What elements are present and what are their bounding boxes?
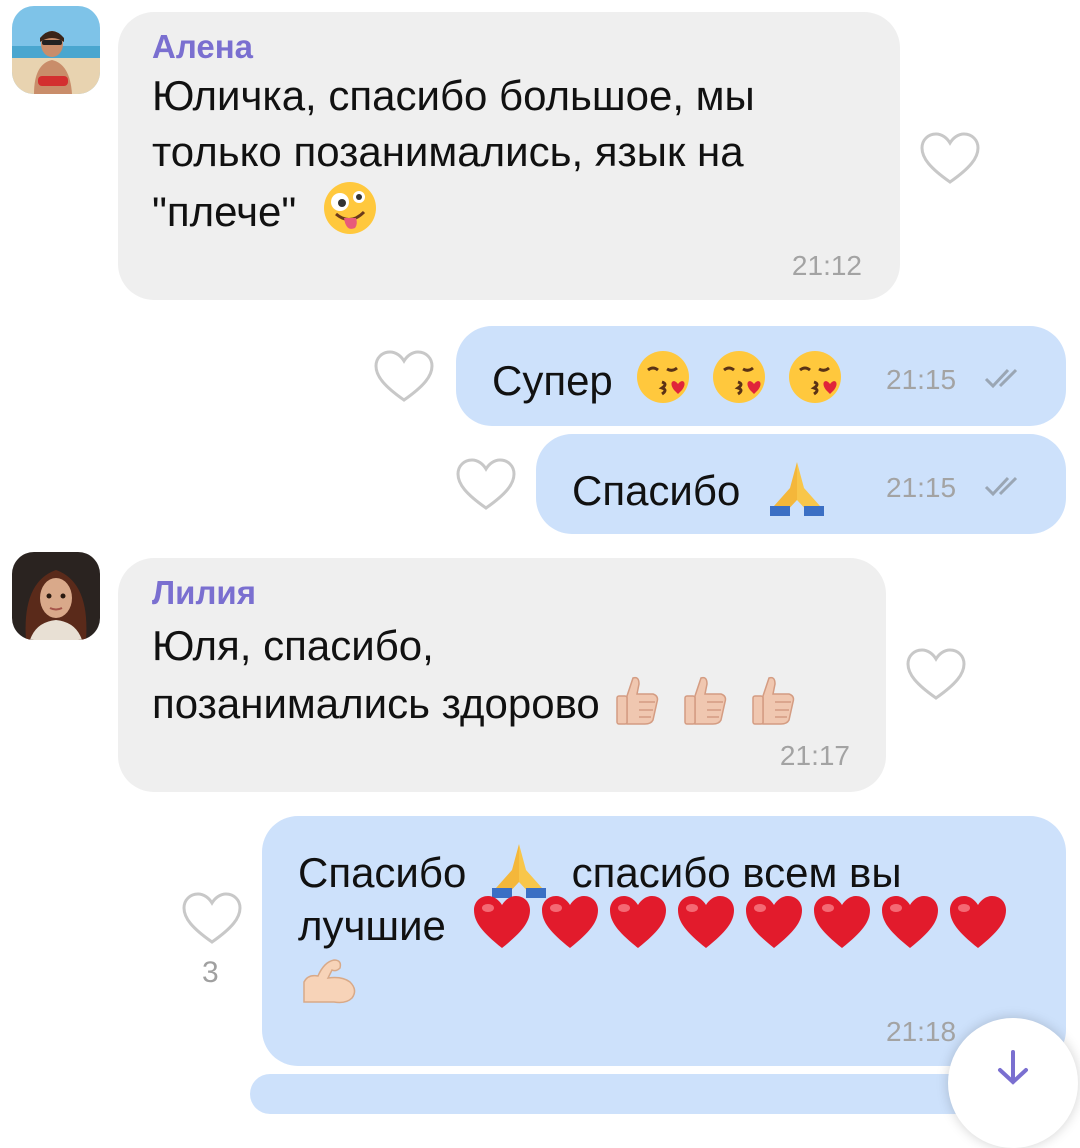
message-text-line: Спасибо	[572, 456, 828, 532]
message-time: 21:15	[886, 472, 957, 503]
message-text-fragment: Супер	[492, 357, 613, 405]
thumbs-up-emoji	[611, 672, 663, 742]
message-time: 21:12	[791, 250, 862, 281]
scroll-down-icon	[998, 1050, 1028, 1085]
red-heart-emoji	[812, 894, 872, 964]
sender-name[interactable]: Алена	[152, 28, 253, 66]
message-text-line: Юличка, спасибо большое, мы	[152, 72, 755, 119]
message-text-fragment: позанимались здорово	[152, 680, 600, 728]
heart-outline-icon[interactable]	[904, 646, 968, 702]
message-text-line: Супер	[492, 348, 844, 420]
message-text-fragment: "плече"	[152, 188, 297, 236]
scroll-to-bottom-button[interactable]	[948, 1018, 1078, 1148]
message-bubble[interactable]: Лилия Юля, спасибо, позанимались здорово	[118, 558, 886, 792]
message-time: 21:17	[779, 740, 850, 771]
avatar-liliya[interactable]	[12, 552, 100, 640]
red-heart-emoji	[472, 894, 532, 964]
message-text-fragment: Спасибо	[572, 467, 741, 515]
kissing-heart-emoji	[786, 348, 844, 420]
red-heart-emoji	[880, 894, 940, 964]
heart-outline-icon[interactable]	[372, 348, 436, 404]
kissing-heart-emoji	[634, 348, 692, 420]
kissing-heart-emoji	[710, 348, 768, 420]
message-text-fragment: лучшие	[298, 902, 446, 950]
heart-outline-icon[interactable]	[454, 456, 518, 512]
sender-name[interactable]: Лилия	[152, 574, 256, 612]
red-heart-emoji	[948, 894, 1008, 964]
message-bubble[interactable]: Спасибо спасибо всем вы лучшие 21:18	[262, 816, 1066, 1066]
heart-outline-icon[interactable]	[918, 130, 982, 186]
red-heart-emoji	[676, 894, 736, 964]
message-text-fragment: Спасибо	[298, 849, 467, 897]
red-heart-emoji	[608, 894, 668, 964]
thumbs-up-emoji	[747, 672, 799, 742]
message-bubble[interactable]: Спасибо 21:15	[536, 434, 1066, 534]
message-bubble-partial	[250, 1074, 1066, 1114]
message-text-line: лучшие	[298, 894, 1008, 964]
double-check-icon	[984, 368, 1018, 389]
message-time: 21:15	[886, 364, 957, 395]
double-check-icon	[984, 476, 1018, 497]
red-heart-emoji	[744, 894, 804, 964]
crazy-face-emoji	[322, 180, 378, 250]
message-text-line: Юля, спасибо,	[152, 622, 434, 669]
message-bubble[interactable]: Алена Юличка, спасибо большое, мы только…	[118, 12, 900, 300]
flexed-biceps-emoji	[298, 952, 360, 1011]
thumbs-up-emoji	[679, 672, 731, 742]
message-text-line: только позанимались, язык на	[152, 128, 744, 175]
message-time: 21:18	[886, 1016, 957, 1047]
red-heart-emoji	[540, 894, 600, 964]
like-count: 3	[202, 956, 219, 989]
avatar-alena[interactable]	[12, 6, 100, 94]
message-text-fragment: спасибо всем вы	[571, 849, 902, 897]
message-text-line: "плече"	[152, 180, 378, 250]
heart-outline-icon[interactable]	[180, 890, 244, 946]
message-bubble[interactable]: Супер 21:15	[456, 326, 1066, 426]
message-text-line: позанимались здорово	[152, 672, 799, 742]
praying-hands-emoji	[766, 456, 828, 532]
